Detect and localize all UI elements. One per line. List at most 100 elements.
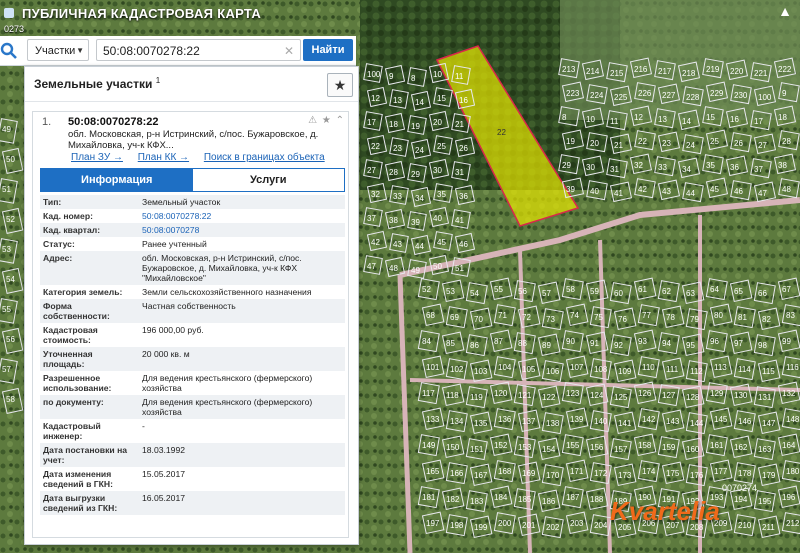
- parcel-number: 121: [518, 391, 532, 400]
- parcel-number: 57: [542, 289, 551, 298]
- app-logo-icon: [4, 8, 14, 18]
- parcel-number: 51: [2, 185, 11, 194]
- property-key: Дата постановки на учет:: [40, 443, 139, 467]
- parcel-number: 108: [594, 365, 608, 374]
- parcel-number: 58: [6, 395, 15, 404]
- search-icon[interactable]: [0, 39, 18, 61]
- parcel-number: 130: [734, 391, 748, 400]
- plan-zu-link[interactable]: План ЗУ →: [71, 152, 123, 163]
- search-input[interactable]: 50:08:0070278:22 ✕: [96, 39, 301, 61]
- parcel-number: 63: [686, 289, 695, 298]
- parcel-number: 228: [686, 93, 700, 102]
- tab-services[interactable]: Услуги: [192, 169, 344, 191]
- parcel-number: 203: [570, 519, 584, 528]
- app-title: ПУБЛИЧНАЯ КАДАСТРОВАЯ КАРТА: [22, 5, 262, 21]
- property-row: Кадастровый инженер: -: [40, 419, 345, 443]
- parcel-number: 53: [2, 245, 11, 254]
- result-tabs: Информация Услуги: [40, 168, 345, 192]
- parcel-number: 58: [566, 285, 575, 294]
- parcel-number: 149: [422, 441, 436, 450]
- result-action-icons[interactable]: ⚠ ★ ⌃: [308, 115, 345, 126]
- property-value: Для ведения крестьянского (фермерского) …: [139, 395, 345, 419]
- plan-kk-link[interactable]: План КК →: [138, 152, 189, 163]
- parcel-number: 102: [450, 365, 464, 374]
- parcel-number: 107: [570, 363, 584, 372]
- property-value[interactable]: 50:08:0070278:22: [139, 209, 345, 223]
- parcel-number: 40: [433, 214, 442, 223]
- results-panel: Земельные участки 1 ★ 1. 50:08:0070278:2…: [24, 66, 359, 545]
- parcel-number: 213: [562, 65, 576, 74]
- parcel-number: 16: [459, 96, 468, 105]
- parcel-number: 36: [730, 163, 739, 172]
- parcel-number: 86: [470, 341, 479, 350]
- parcel-number: 24: [686, 141, 695, 150]
- cad-code-label: 0273: [4, 24, 25, 34]
- parcel-number: 161: [710, 441, 724, 450]
- property-row: Адрес: обл. Московская, р-н Истринский, с…: [40, 251, 345, 285]
- property-row: Кад. квартал: 50:08:0070278: [40, 223, 345, 237]
- parcel-number: 227: [662, 91, 676, 100]
- parcel-number: 45: [437, 238, 446, 247]
- property-value[interactable]: 50:08:0070278: [139, 223, 345, 237]
- parcel-number: 81: [738, 313, 747, 322]
- parcel-number: 74: [570, 311, 579, 320]
- parcel-number: 20: [433, 118, 442, 127]
- parcel-number: 133: [426, 415, 440, 424]
- parcel-number: 27: [758, 141, 767, 150]
- panel-header: Земельные участки 1 ★: [25, 67, 358, 102]
- result-cad-number[interactable]: 50:08:0070278:22: [68, 116, 159, 128]
- parcel-number: 46: [459, 240, 468, 249]
- layers-icon[interactable]: ▲: [776, 2, 794, 20]
- parcel-number: 104: [498, 363, 512, 372]
- search-button[interactable]: Найти: [303, 39, 353, 61]
- property-value: Частная собственность: [139, 299, 345, 323]
- parcel-number: 79: [690, 315, 699, 324]
- property-key: Кадастровая стоимость:: [43, 325, 98, 345]
- parcel-number: 106: [546, 367, 560, 376]
- property-row: Уточненная площадь: 20 000 кв. м: [40, 347, 345, 371]
- parcel-number: 42: [638, 185, 647, 194]
- parcel-number: 41: [614, 189, 623, 198]
- parcel-number: 44: [415, 242, 424, 251]
- parcel-number: 126: [638, 389, 652, 398]
- parcel-number: 229: [710, 89, 724, 98]
- parcel-number: 82: [762, 315, 771, 324]
- property-key: Разрешенное использование:: [43, 373, 112, 393]
- parcel-number: 116: [786, 363, 799, 372]
- tab-info[interactable]: Информация: [41, 169, 193, 191]
- parcel-number: 141: [618, 419, 632, 428]
- search-type-select[interactable]: Участки ▼: [27, 39, 89, 61]
- property-value: обл. Московская, р-н Истринский, с/пос. …: [139, 251, 345, 285]
- parcel-number: 224: [590, 91, 604, 100]
- parcel-number: 88: [518, 339, 527, 348]
- property-key: Кадастровый инженер:: [43, 421, 101, 441]
- parcel-number: 179: [762, 471, 776, 480]
- clear-icon[interactable]: ✕: [284, 40, 294, 62]
- property-key: Статус:: [43, 239, 75, 249]
- search-bar: Участки ▼ 50:08:0070278:22 ✕ Найти: [0, 36, 356, 66]
- parcel-number: 9: [389, 72, 394, 81]
- parcel-number: 83: [786, 311, 795, 320]
- parcel-number: 94: [662, 339, 671, 348]
- parcel-number: 14: [415, 98, 424, 107]
- parcel-number: 44: [686, 189, 695, 198]
- property-value: 20 000 кв. м: [139, 347, 345, 371]
- parcel-number: 37: [754, 165, 763, 174]
- parcel-number: 220: [730, 67, 744, 76]
- parcel-number: 171: [570, 467, 584, 476]
- parcel-number: 118: [446, 391, 459, 400]
- parcel-number: 18: [778, 113, 787, 122]
- parcel-number: 163: [758, 445, 772, 454]
- favorite-star-icon[interactable]: ★: [327, 73, 353, 97]
- parcel-number: 138: [546, 419, 560, 428]
- parcel-number: 39: [566, 185, 575, 194]
- property-key: Адрес:: [40, 251, 139, 285]
- parcel-number: 19: [566, 137, 575, 146]
- property-key: Тип:: [40, 195, 139, 209]
- parcel-number: 144: [690, 419, 704, 428]
- parcel-number: 137: [522, 417, 536, 426]
- parcel-number: 155: [566, 441, 580, 450]
- parcel-number: 110: [642, 363, 655, 372]
- parcel-number: 61: [638, 285, 647, 294]
- parcel-number: 103: [474, 367, 488, 376]
